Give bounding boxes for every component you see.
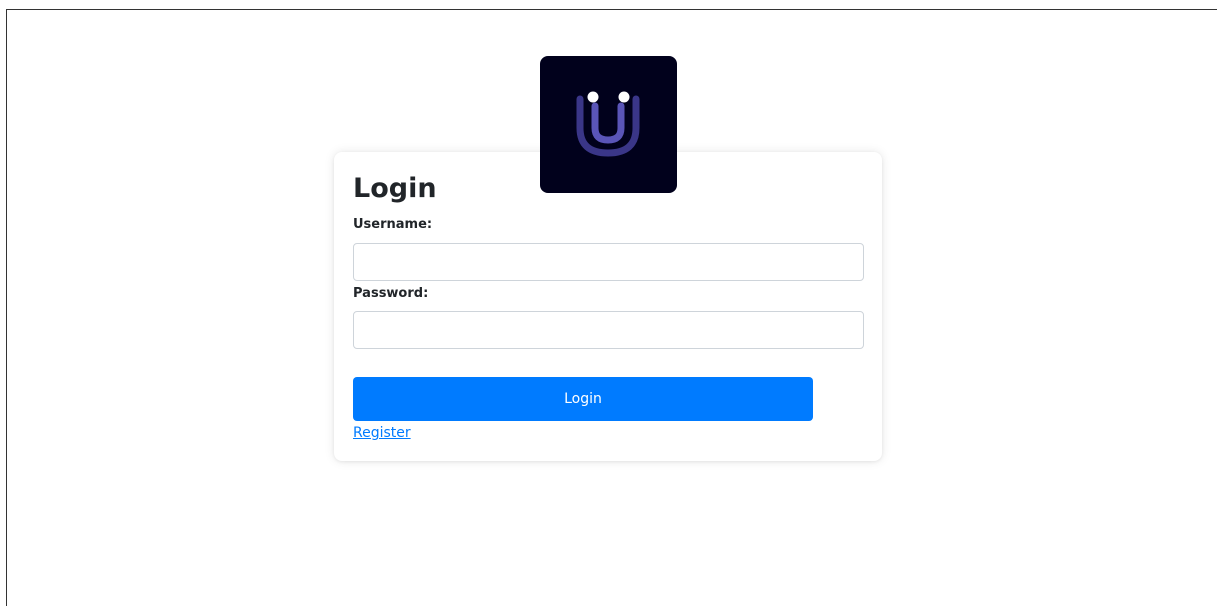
app-logo [540, 56, 677, 193]
username-label: Username: [353, 217, 433, 232]
smiley-u-logo-icon [576, 91, 640, 157]
password-label: Password: [353, 286, 429, 301]
register-link[interactable]: Register [353, 424, 411, 442]
login-button[interactable]: Login [353, 377, 813, 421]
password-input[interactable] [353, 311, 864, 349]
page-title: Login [353, 173, 437, 204]
login-card: Login Username: Password: Login Register [334, 152, 882, 461]
username-input[interactable] [353, 243, 864, 281]
